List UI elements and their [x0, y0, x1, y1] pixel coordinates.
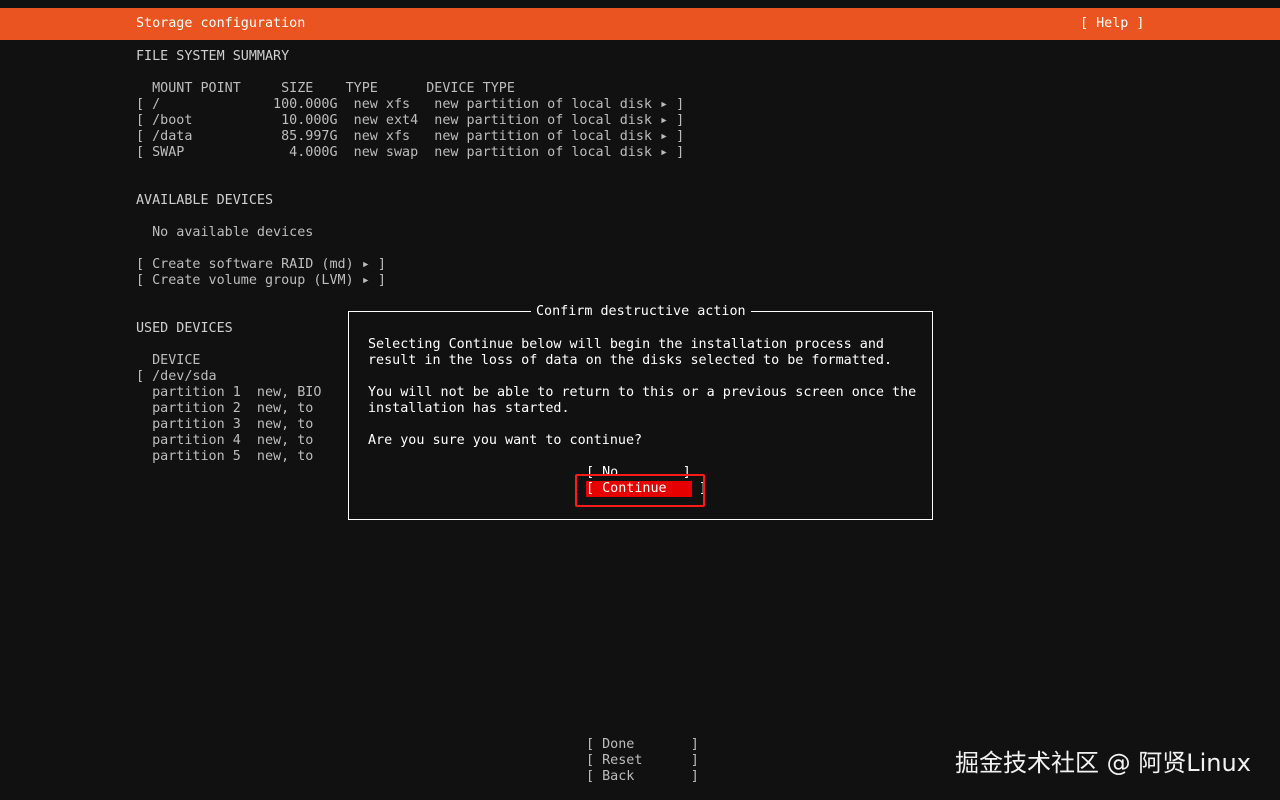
fs-summary-columns: MOUNT POINT SIZE TYPE DEVICE TYPE — [136, 81, 515, 96]
partition-row: partition 3 new, to — [136, 417, 314, 432]
done-button[interactable]: [ Done ] — [586, 737, 699, 753]
fs-row-root[interactable]: [ / 100.000G new xfs new partition of lo… — [136, 97, 684, 113]
partition-row: partition 1 new, BIO — [136, 385, 322, 400]
top-strip — [0, 0, 1280, 8]
create-lvm-button[interactable]: [ Create volume group (LVM) ▸ ] — [136, 273, 386, 289]
dialog-text-line: You will not be able to return to this o… — [368, 385, 917, 400]
back-button[interactable]: [ Back ] — [586, 769, 699, 785]
used-devices-column: DEVICE — [136, 353, 201, 368]
fs-row-data[interactable]: [ /data 85.997G new xfs new partition of… — [136, 129, 684, 145]
no-available-devices: No available devices — [136, 225, 314, 240]
available-devices-heading: AVAILABLE DEVICES — [136, 193, 274, 208]
partition-row: partition 4 new, to — [136, 433, 314, 448]
watermark: 掘金技术社区 @ 阿贤Linux — [955, 749, 1251, 777]
continue-focus-outline — [575, 474, 705, 507]
dialog-question: Are you sure you want to continue? — [368, 433, 643, 448]
page-title: Storage configuration — [136, 16, 306, 31]
fs-summary-heading: FILE SYSTEM SUMMARY — [136, 49, 290, 64]
used-devices-heading: USED DEVICES — [136, 321, 233, 336]
dialog-text-line: Selecting Continue below will begin the … — [368, 337, 884, 352]
dialog-text-line: installation has started. — [368, 401, 570, 416]
dialog-text-line: result in the loss of data on the disks … — [368, 353, 893, 368]
create-raid-button[interactable]: [ Create software RAID (md) ▸ ] — [136, 257, 386, 273]
partition-row: partition 2 new, to — [136, 401, 314, 416]
used-device-sda[interactable]: [ /dev/sda — [136, 369, 217, 385]
fs-row-boot[interactable]: [ /boot 10.000G new ext4 new partition o… — [136, 113, 684, 129]
fs-row-swap[interactable]: [ SWAP 4.000G new swap new partition of … — [136, 145, 684, 161]
help-button[interactable]: [ Help ] — [1080, 16, 1145, 32]
reset-button[interactable]: [ Reset ] — [586, 753, 699, 769]
title-bar: Storage configuration [ Help ] — [0, 8, 1280, 40]
partition-row: partition 5 new, to — [136, 449, 314, 464]
dialog-title: Confirm destructive action — [531, 304, 751, 320]
